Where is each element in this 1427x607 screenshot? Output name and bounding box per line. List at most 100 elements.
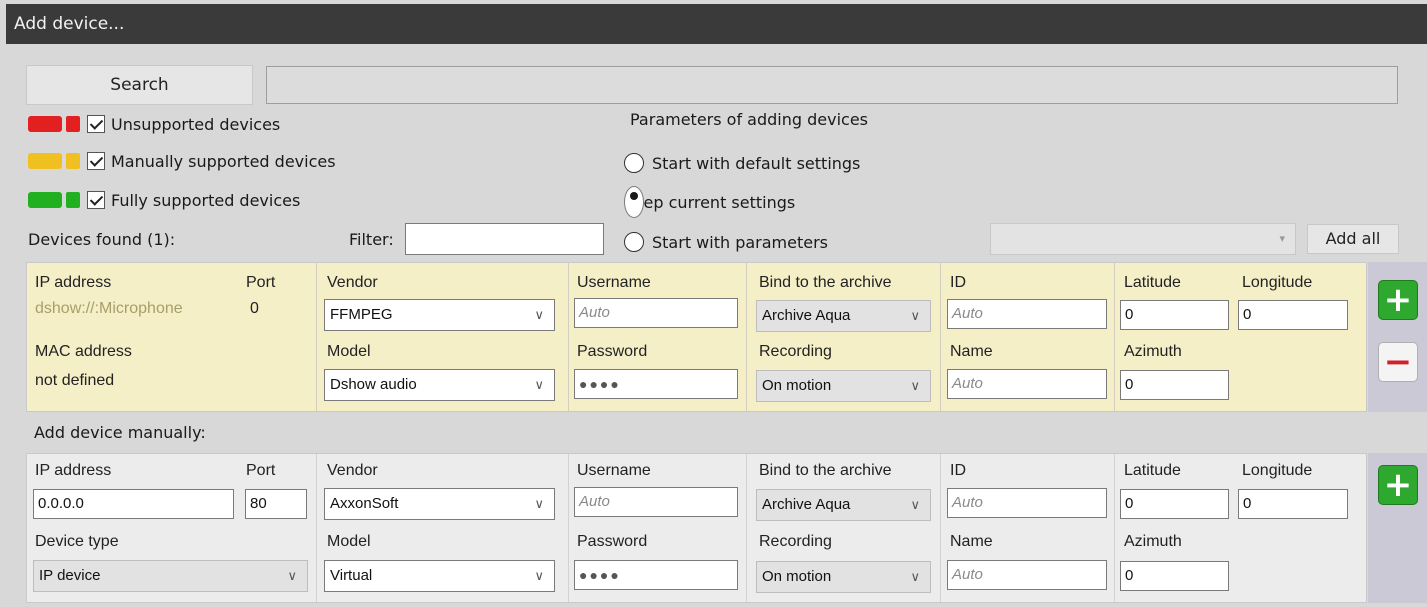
add-manually-title: Add device manually: bbox=[34, 423, 206, 442]
chevron-down-icon: ∨ bbox=[910, 569, 920, 584]
latitude-label: Latitude bbox=[1124, 274, 1181, 291]
params-title: Parameters of adding devices bbox=[630, 110, 869, 129]
recording-select[interactable]: On motion ∨ bbox=[756, 370, 931, 402]
name-label: Name bbox=[950, 533, 993, 550]
vendor-select[interactable]: FFMPEG ∨ bbox=[324, 299, 555, 331]
model-value: Dshow audio bbox=[330, 376, 417, 393]
id-input[interactable]: Auto bbox=[947, 488, 1107, 518]
azimuth-label: Azimuth bbox=[1124, 533, 1182, 550]
minus-icon: − bbox=[1383, 342, 1413, 382]
parameters-combobox[interactable]: ▾ bbox=[990, 223, 1296, 255]
add-manual-device-button[interactable]: + bbox=[1378, 465, 1418, 505]
password-input[interactable]: ●●●● bbox=[574, 560, 738, 590]
port-value: 0 bbox=[250, 300, 259, 317]
radio-params-label: Start with parameters bbox=[652, 232, 829, 252]
latitude-input[interactable]: 0 bbox=[1120, 489, 1229, 519]
legend-fully: Fully supported devices bbox=[28, 187, 300, 213]
bind-archive-label: Bind to the archive bbox=[759, 462, 892, 479]
chevron-down-icon: ∨ bbox=[534, 307, 544, 322]
model-label: Model bbox=[327, 533, 371, 550]
radio-keep-current[interactable]: Keep current settings bbox=[624, 186, 795, 218]
username-label: Username bbox=[577, 274, 651, 291]
longitude-label: Longitude bbox=[1242, 274, 1313, 291]
remove-device-button[interactable]: − bbox=[1378, 342, 1418, 382]
yellow-plug-icon bbox=[28, 151, 82, 171]
port-label: Port bbox=[246, 274, 276, 291]
radio-keep-indicator[interactable] bbox=[624, 186, 644, 218]
azimuth-input[interactable]: 0 bbox=[1120, 370, 1229, 400]
recording-label: Recording bbox=[759, 343, 832, 360]
radio-default-settings[interactable]: Start with default settings bbox=[624, 150, 860, 176]
ip-address-label: IP address bbox=[35, 462, 112, 479]
chevron-down-icon: ∨ bbox=[910, 308, 920, 323]
chevron-down-icon: ∨ bbox=[910, 378, 920, 393]
model-select[interactable]: Dshow audio ∨ bbox=[324, 369, 555, 401]
ip-address-value: dshow://:Microphone bbox=[35, 300, 183, 317]
plus-icon: + bbox=[1383, 465, 1413, 505]
latitude-label: Latitude bbox=[1124, 462, 1181, 479]
radio-default-indicator[interactable] bbox=[624, 153, 644, 173]
longitude-input[interactable]: 0 bbox=[1238, 489, 1348, 519]
filter-label: Filter: bbox=[349, 230, 394, 249]
combo-arrow-icon: ▾ bbox=[1279, 232, 1285, 245]
recording-value: On motion bbox=[762, 568, 832, 585]
vendor-select[interactable]: AxxonSoft ∨ bbox=[324, 488, 555, 520]
fully-supported-devices-checkbox[interactable] bbox=[87, 191, 105, 209]
manual-actions-strip: + bbox=[1368, 453, 1427, 603]
recording-select[interactable]: On motion ∨ bbox=[756, 561, 931, 593]
chevron-down-icon: ∨ bbox=[534, 568, 544, 583]
vendor-value: AxxonSoft bbox=[330, 495, 399, 512]
password-label: Password bbox=[577, 343, 648, 360]
search-button[interactable]: Search bbox=[26, 65, 253, 105]
name-input[interactable]: Auto bbox=[947, 560, 1107, 590]
username-input[interactable]: Auto bbox=[574, 487, 738, 517]
unsupported-devices-checkbox[interactable] bbox=[87, 115, 105, 133]
archive-select[interactable]: Archive Aqua ∨ bbox=[756, 489, 931, 521]
azimuth-label: Azimuth bbox=[1124, 343, 1182, 360]
name-input[interactable]: Auto bbox=[947, 369, 1107, 399]
device-type-select[interactable]: IP device ∨ bbox=[33, 560, 308, 592]
add-all-button[interactable]: Add all bbox=[1307, 224, 1399, 254]
chevron-down-icon: ∨ bbox=[534, 496, 544, 511]
username-input[interactable]: Auto bbox=[574, 298, 738, 328]
add-device-button[interactable]: + bbox=[1378, 280, 1418, 320]
radio-params-indicator[interactable] bbox=[624, 232, 644, 252]
recording-value: On motion bbox=[762, 377, 832, 394]
longitude-input[interactable]: 0 bbox=[1238, 300, 1348, 330]
found-actions-strip: + − bbox=[1368, 262, 1427, 412]
device-type-label: Device type bbox=[35, 533, 119, 550]
mac-address-value: not defined bbox=[35, 372, 115, 389]
azimuth-input[interactable]: 0 bbox=[1120, 561, 1229, 591]
bind-archive-label: Bind to the archive bbox=[759, 274, 892, 291]
latitude-input[interactable]: 0 bbox=[1120, 300, 1229, 330]
ip-address-label: IP address bbox=[35, 274, 112, 291]
fully-supported-devices-label: Fully supported devices bbox=[111, 190, 301, 210]
port-label: Port bbox=[246, 462, 276, 479]
radio-start-with-params[interactable]: Start with parameters bbox=[624, 229, 828, 255]
green-plug-icon bbox=[28, 190, 82, 210]
password-label: Password bbox=[577, 533, 648, 550]
radio-default-label: Start with default settings bbox=[652, 153, 861, 173]
archive-select[interactable]: Archive Aqua ∨ bbox=[756, 300, 931, 332]
id-label: ID bbox=[950, 462, 966, 479]
model-label: Model bbox=[327, 343, 371, 360]
device-type-value: IP device bbox=[39, 567, 101, 584]
id-label: ID bbox=[950, 274, 966, 291]
found-device-card: IP address dshow://:Microphone Port 0 MA… bbox=[26, 262, 1367, 412]
port-input[interactable]: 80 bbox=[245, 489, 307, 519]
model-select[interactable]: Virtual ∨ bbox=[324, 560, 555, 592]
devices-found-title: Devices found (1): bbox=[28, 230, 176, 249]
vendor-label: Vendor bbox=[327, 462, 378, 479]
id-input[interactable]: Auto bbox=[947, 299, 1107, 329]
manually-supported-devices-checkbox[interactable] bbox=[87, 152, 105, 170]
search-progress-field bbox=[266, 66, 1398, 104]
vendor-value: FFMPEG bbox=[330, 306, 393, 323]
manual-device-card: IP address 0.0.0.0 Port 80 Device type I… bbox=[26, 453, 1367, 603]
name-label: Name bbox=[950, 343, 993, 360]
ip-address-input[interactable]: 0.0.0.0 bbox=[33, 489, 234, 519]
filter-input[interactable] bbox=[405, 223, 604, 255]
chevron-down-icon: ∨ bbox=[910, 497, 920, 512]
legend-manual: Manually supported devices bbox=[28, 148, 336, 174]
password-input[interactable]: ●●●● bbox=[574, 369, 738, 399]
unsupported-devices-label: Unsupported devices bbox=[111, 114, 281, 134]
